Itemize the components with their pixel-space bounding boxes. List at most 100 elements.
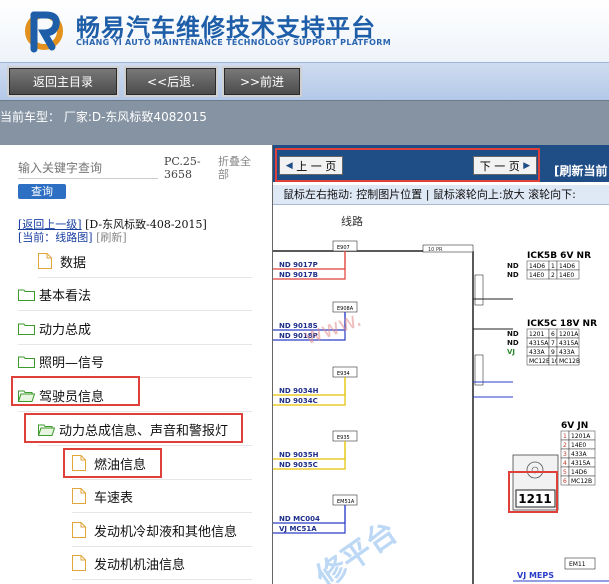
wire-label: ND MC004 [279,515,320,523]
block-cell: 14D6 [529,263,545,270]
wire-label: VJ MC51A [279,525,317,533]
tree-item-label: 燃油信息 [94,457,147,473]
search-input[interactable] [18,157,158,179]
folder-open-icon [38,423,55,436]
folder-icon [18,355,35,368]
wire-label: ND 9017B [279,271,318,279]
forward-button[interactable]: >>前进 [222,66,302,97]
block-cell: 4 [563,460,567,467]
connector-id: E935 [337,435,350,441]
tree-item[interactable]: 动力总成 [18,312,252,345]
wire-label: ND 9017P [279,261,318,269]
block-cell: 14E0 [571,442,586,449]
app-subtitle: CHANG YI AUTO MAINTENANCE TECHNOLOGY SUP… [76,38,391,47]
block-cell: 433A [571,451,587,458]
tree-item[interactable]: 发动机冷却液和其他信息 [72,514,252,547]
tree-item[interactable]: 燃油信息 [72,447,252,480]
back-button[interactable]: <<后退. [124,66,218,97]
block-cell: 1201 [529,331,544,338]
search-area: 查询 [18,157,158,199]
wire-label: ND [507,339,519,347]
document-icon [72,488,86,504]
block-cell: MC12B [529,358,550,365]
bottom-label: VJ MEPS [517,571,554,580]
block-cell: 1201A [571,433,591,440]
tree-item-label: 车速表 [94,490,134,506]
prev-page-label: 上 一 页 [296,159,337,173]
block-cell: 433A [559,349,575,356]
document-icon [72,455,86,471]
document-icon [72,555,86,571]
current-vehicle-text: 当前车型： 厂家:D-东风标致4082015 [0,110,207,124]
tree-item[interactable]: 动力总成信息、声音和警报灯 [38,413,252,446]
home-button[interactable]: 返回主目录 [7,66,119,97]
arrow-left-icon: ◀ [285,160,293,171]
folder-open-icon [18,389,35,402]
wiring-diagram[interactable]: 线路 10 PR E907ND 9017PND 9017BE908AND 901… [273,207,609,584]
connector-id: EM51A [337,499,355,505]
current-vehicle-bar: 当前车型： 厂家:D-东风标致4082015 [0,100,609,145]
next-page-label: 下 一 页 [479,159,520,173]
component-id: 1211 [518,492,551,506]
block-cell: 4315A [559,340,579,347]
collapse-all-link[interactable]: 折叠全部 [218,155,258,181]
toolbar: 返回主目录 <<后退. >>前进 [0,62,609,100]
tree-item[interactable]: 发动机机油信息 [72,547,252,580]
tree-item-label: 发动机冷却液和其他信息 [94,524,238,540]
block-cell: 9 [551,349,555,356]
diagram-title: 线路 [341,214,363,228]
wire-label: ND [507,271,519,279]
component-1211[interactable]: 1211 [512,454,559,511]
pc-label: PC.25-3658 [164,155,201,181]
block-cell: 433A [529,349,545,356]
tree-item[interactable]: 数据 [38,245,252,278]
top-label: 10 PR [428,247,443,253]
viewer-hint: 鼠标左右拖动: 控制图片位置 | 鼠标滚轮向上:放大 滚轮向下: [273,185,609,205]
block-title: ICK5C 18V NR [527,319,597,329]
block-cell: 1201A [559,331,579,338]
arrow-right-icon: ▶ [523,160,531,171]
search-button[interactable]: 查询 [18,184,66,199]
next-page-button[interactable]: 下 一 页 ▶ [473,156,537,175]
block-cell: 14E0 [559,272,574,279]
tree-item[interactable]: 车速表 [72,480,252,513]
tree-item-label: 动力总成 [39,322,92,338]
sidebar: 查询 PC.25-3658 折叠全部 [返回上一级] [D-东风标致-408-2… [0,145,272,584]
block-cell: 7 [551,340,555,347]
connector-id: E934 [337,371,350,377]
viewer-nav-strip: ◀ 上 一 页 下 一 页 ▶ [刷新当前 [273,145,609,182]
refresh-current-link[interactable]: [刷新当前 [554,162,608,179]
block-cell: 6 [551,331,555,338]
refresh-link[interactable]: [刷新] [96,231,127,244]
block-cell: 4315A [571,460,591,467]
block-cell: 4315A [529,340,549,347]
block-cell: 6 [563,478,567,485]
block-cell: 2 [551,272,555,279]
tree-item-label: 数据 [60,255,87,271]
tree-item-label: 发动机机油信息 [94,557,186,573]
current-crumb: [当前：线路图] [刷新] [18,229,127,245]
block-cell: 14E0 [529,272,544,279]
tree-item[interactable]: 驾驶员信息 [18,379,252,412]
block-title: 6V JN [561,421,588,431]
tree-item-label: 基本看法 [39,288,92,304]
current-location: [当前：线路图] [18,231,93,244]
wire-label: ND 9035H [279,451,319,459]
block-cell: 1 [563,433,567,440]
logo-icon [25,11,63,53]
block-cell: MC12B [559,358,580,365]
prev-page-button[interactable]: ◀ 上 一 页 [279,156,343,175]
document-icon [72,522,86,538]
folder-icon [18,288,35,301]
block-cell: 14D6 [571,469,587,476]
tree-item[interactable]: 基本看法 [18,278,252,311]
wire-label: ND 9035C [279,461,318,469]
folder-icon [18,322,35,335]
document-icon [38,253,52,269]
tree-item-label: 动力总成信息、声音和警报灯 [59,423,229,439]
block-cell: 14D6 [559,263,575,270]
block-cell: 1 [551,263,555,270]
wire-label: ND [507,262,519,270]
block-cell: 2 [563,442,567,449]
tree-item[interactable]: 照明—信号 [18,345,252,378]
